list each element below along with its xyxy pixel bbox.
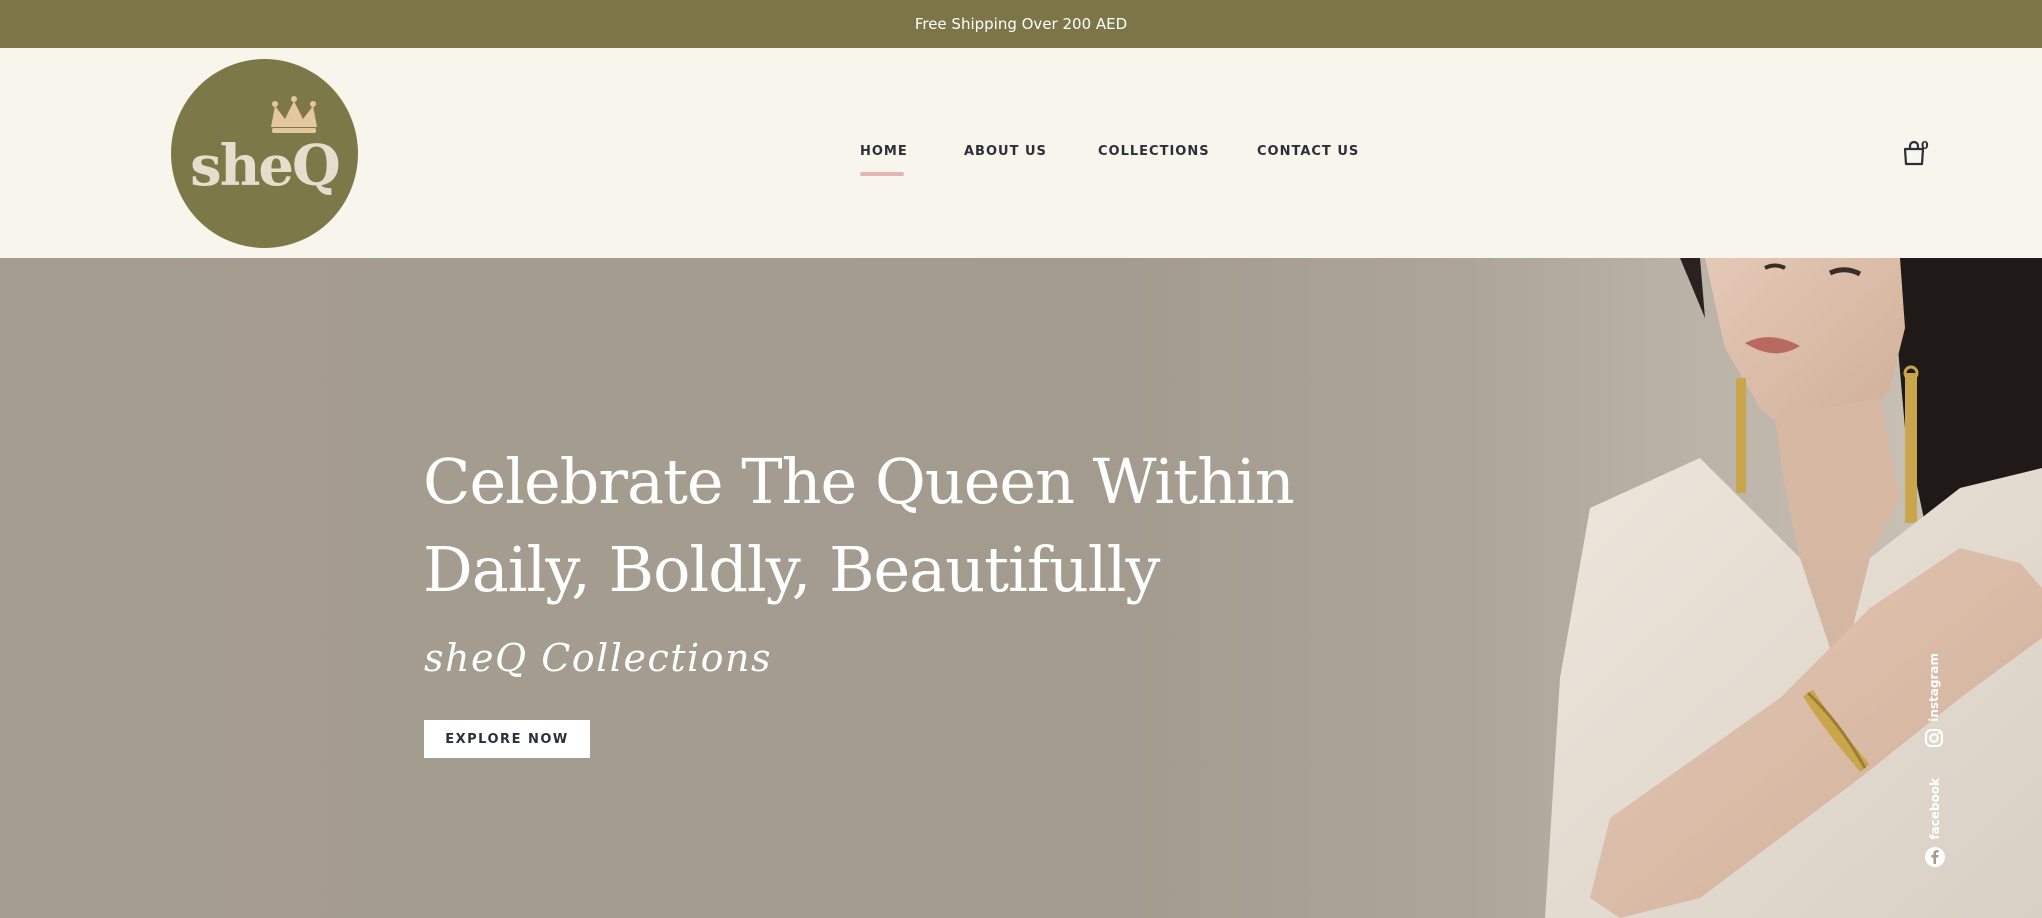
facebook-label: facebook	[1928, 778, 1942, 840]
facebook-icon	[1925, 846, 1945, 867]
hero-banner: Celebrate The Queen Within Daily, Boldly…	[0, 258, 2042, 918]
announcement-text: Free Shipping Over 200 AED	[914, 15, 1128, 33]
hero-subheading: sheQ Collections	[424, 636, 773, 680]
hero-headline-line-1: Celebrate The Queen Within	[423, 445, 1295, 518]
nav-item-home[interactable]: HOME	[860, 144, 908, 159]
facebook-link[interactable]: facebook	[1924, 778, 1946, 868]
nav-active-indicator	[860, 172, 904, 176]
hero-headline-line-2: Daily, Boldly, Beautifully	[423, 533, 1160, 606]
instagram-link[interactable]: instagram	[1924, 653, 1944, 748]
nav-item-about-us[interactable]: ABOUT US	[964, 144, 1047, 159]
main-nav: HOME ABOUT US COLLECTIONS CONTACT US	[0, 48, 2042, 258]
hero-headline: Celebrate The Queen Within Daily, Boldly…	[423, 438, 1323, 614]
explore-now-button[interactable]: EXPLORE NOW	[424, 720, 590, 758]
instagram-icon	[1925, 728, 1943, 747]
cart-count: 0	[1921, 139, 1929, 152]
site-header: sheQ HOME ABOUT US COLLECTIONS CONTACT U…	[0, 48, 2042, 258]
announcement-bar: Free Shipping Over 200 AED	[0, 0, 2042, 48]
nav-item-contact-us[interactable]: CONTACT US	[1257, 144, 1359, 159]
instagram-label: instagram	[1927, 653, 1941, 722]
nav-item-collections[interactable]: COLLECTIONS	[1098, 144, 1210, 159]
